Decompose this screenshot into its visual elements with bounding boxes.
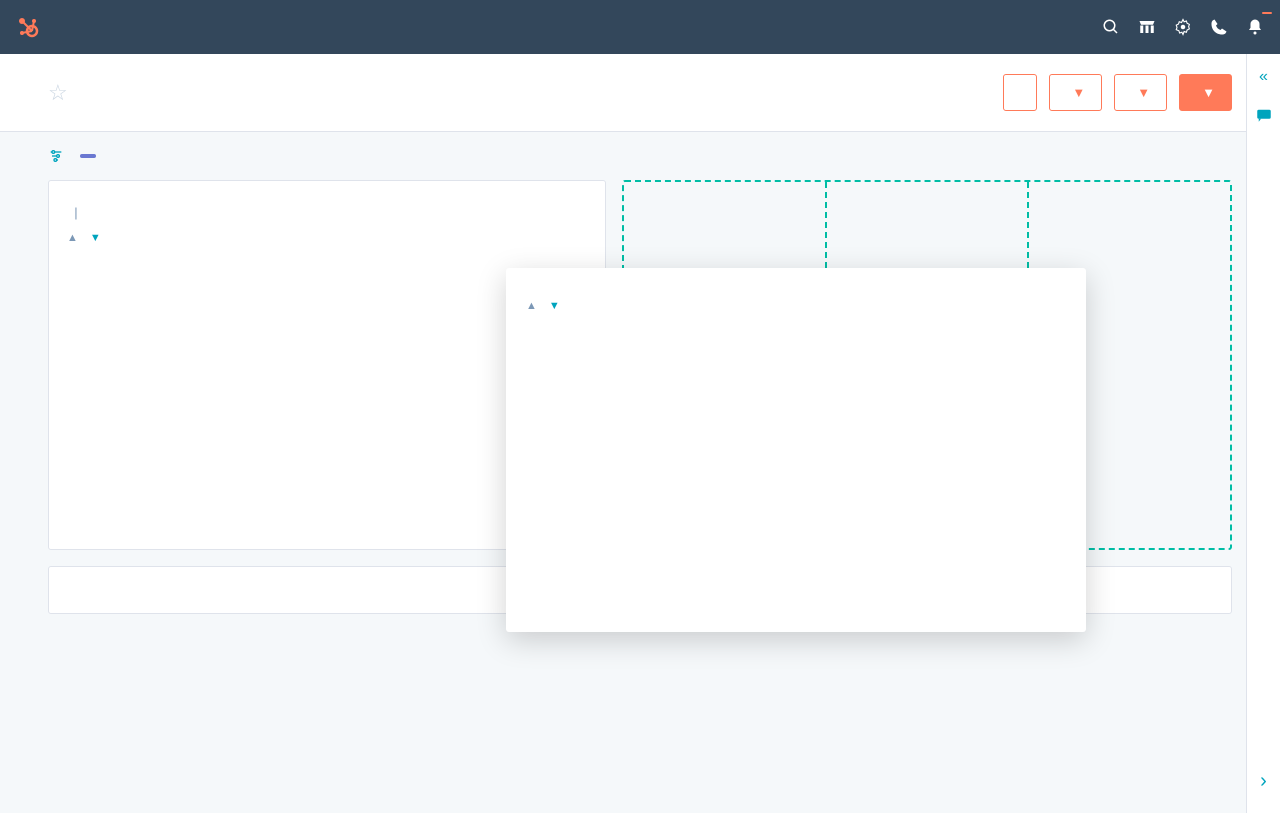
- expand-rail-icon[interactable]: ›: [1260, 770, 1267, 793]
- chat-icon[interactable]: [1255, 106, 1273, 124]
- share-button[interactable]: ▼: [1114, 74, 1167, 111]
- beta-badge: [80, 154, 96, 158]
- notifications-icon[interactable]: [1246, 18, 1264, 36]
- mql-source-floating-card[interactable]: ▲▼: [506, 268, 1086, 632]
- page-next-icon[interactable]: ▼: [90, 232, 101, 244]
- page-prev-icon[interactable]: ▲: [67, 232, 78, 244]
- page-prev-icon[interactable]: ▲: [526, 300, 537, 312]
- actions-button[interactable]: ▼: [1049, 74, 1102, 111]
- page-next-icon[interactable]: ▼: [549, 300, 560, 312]
- top-navigation: [0, 0, 1280, 54]
- add-report-button[interactable]: ▼: [1179, 74, 1232, 111]
- search-icon[interactable]: [1102, 18, 1120, 36]
- collapse-rail-icon[interactable]: «: [1259, 68, 1268, 86]
- notification-badge: [1262, 12, 1272, 14]
- sub-header: [0, 132, 1280, 180]
- settings-icon[interactable]: [1174, 18, 1192, 36]
- right-rail: « ›: [1246, 54, 1280, 813]
- marketplace-icon[interactable]: [1138, 18, 1156, 36]
- favorite-star-icon[interactable]: ☆: [48, 80, 68, 106]
- hubspot-logo-icon: [16, 15, 40, 39]
- filter-icon[interactable]: [48, 148, 64, 164]
- phone-icon[interactable]: [1210, 18, 1228, 36]
- page-header: ☆ ▼ ▼ ▼: [0, 54, 1280, 132]
- line-chart: [67, 252, 567, 472]
- create-dashboard-button[interactable]: [1003, 74, 1037, 111]
- donut-chart: [656, 322, 936, 602]
